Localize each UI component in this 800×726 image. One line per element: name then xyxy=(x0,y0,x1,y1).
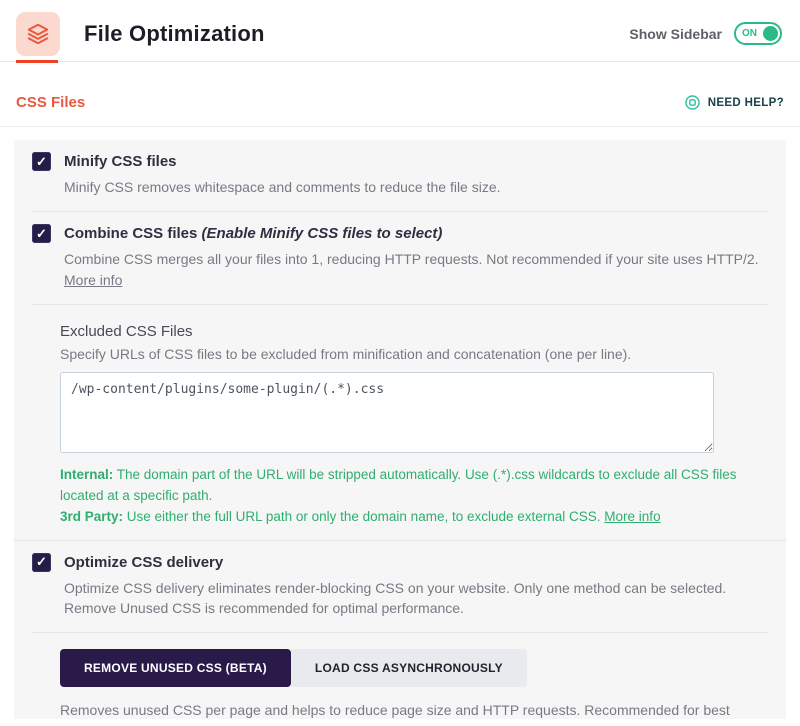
internal-note-label: Internal: xyxy=(60,467,113,482)
combine-more-info-link[interactable]: More info xyxy=(64,272,122,288)
app-header: File Optimization Show Sidebar ON xyxy=(0,0,800,58)
minify-css-description: Minify CSS removes whitespace and commen… xyxy=(64,177,764,197)
combine-css-label-note: (Enable Minify CSS files to select) xyxy=(202,225,443,242)
css-files-settings-card: Minify CSS files Minify CSS removes whit… xyxy=(14,140,786,719)
thirdparty-note-label: 3rd Party: xyxy=(60,509,123,524)
optimize-css-delivery-label[interactable]: Optimize CSS delivery xyxy=(64,554,223,571)
need-help-label: NEED HELP? xyxy=(708,97,784,109)
section-header: CSS Files NEED HELP? xyxy=(0,62,800,126)
combine-css-row: Combine CSS files (Enable Minify CSS fil… xyxy=(14,212,786,304)
optimize-css-delivery-description: Optimize CSS delivery eliminates render-… xyxy=(64,578,764,619)
minify-css-checkbox[interactable] xyxy=(32,152,51,171)
need-help-link[interactable]: NEED HELP? xyxy=(684,94,784,111)
optimize-css-delivery-row: Optimize CSS delivery Optimize CSS deliv… xyxy=(14,541,786,633)
delivery-method-description: Removes unused CSS per page and helps to… xyxy=(60,700,768,719)
lifebuoy-icon xyxy=(684,94,701,111)
delivery-method-description-text: Removes unused CSS per page and helps to… xyxy=(60,702,730,719)
internal-note-text: The domain part of the URL will be strip… xyxy=(60,467,737,503)
excluded-css-description: Specify URLs of CSS files to be excluded… xyxy=(60,346,768,362)
css-delivery-method-block: REMOVE UNUSED CSS (BETA) LOAD CSS ASYNCH… xyxy=(14,633,786,719)
excluded-css-label: Excluded CSS Files xyxy=(60,323,768,340)
optimize-css-delivery-checkbox[interactable] xyxy=(32,553,51,572)
combine-css-description-text: Combine CSS merges all your files into 1… xyxy=(64,251,759,267)
load-css-async-button[interactable]: LOAD CSS ASYNCHRONOUSLY xyxy=(291,649,527,687)
combine-css-label-text: Combine CSS files xyxy=(64,225,202,242)
remove-unused-css-button[interactable]: REMOVE UNUSED CSS (BETA) xyxy=(60,649,291,687)
file-optimization-icon xyxy=(16,12,60,56)
section-divider xyxy=(0,126,800,127)
combine-css-description: Combine CSS merges all your files into 1… xyxy=(64,249,764,290)
toggle-on-label: ON xyxy=(742,28,757,39)
combine-css-checkbox[interactable] xyxy=(32,224,51,243)
minify-css-row: Minify CSS files Minify CSS removes whit… xyxy=(14,140,786,211)
combine-css-label[interactable]: Combine CSS files (Enable Minify CSS fil… xyxy=(64,225,442,242)
excluded-css-section: Excluded CSS Files Specify URLs of CSS f… xyxy=(14,305,786,540)
page-title: File Optimization xyxy=(84,21,265,47)
active-tab-indicator xyxy=(16,60,58,63)
header-divider xyxy=(0,61,800,62)
show-sidebar-toggle[interactable]: ON xyxy=(734,22,782,45)
thirdparty-note-text: Use either the full URL path or only the… xyxy=(123,509,604,524)
delivery-method-buttons: REMOVE UNUSED CSS (BETA) LOAD CSS ASYNCH… xyxy=(60,649,768,687)
excluded-more-info-link[interactable]: More info xyxy=(604,509,660,524)
section-title: CSS Files xyxy=(16,94,85,111)
layers-icon xyxy=(25,21,51,47)
minify-css-label[interactable]: Minify CSS files xyxy=(64,153,177,170)
show-sidebar-label: Show Sidebar xyxy=(629,26,722,42)
toggle-knob xyxy=(763,26,778,41)
excluded-css-notes: Internal: The domain part of the URL wil… xyxy=(60,465,750,528)
excluded-css-textarea[interactable]: /wp-content/plugins/some-plugin/(.*).css xyxy=(60,372,714,453)
